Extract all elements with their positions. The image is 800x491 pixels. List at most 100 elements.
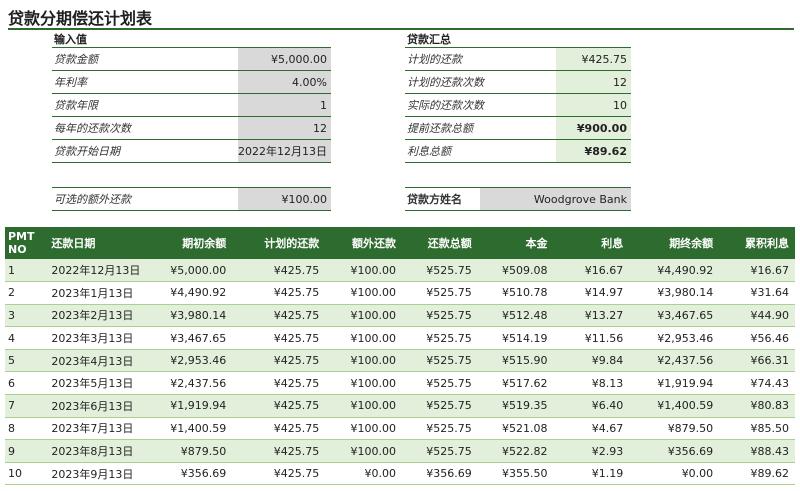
- total-payment-cell[interactable]: ¥525.75: [401, 326, 478, 350]
- scheduled-payment-cell[interactable]: ¥425.75: [232, 281, 326, 305]
- scheduled-payment-cell[interactable]: ¥425.75: [232, 259, 326, 283]
- col-header-payment-date[interactable]: 还款日期: [45, 227, 148, 259]
- interest-cell[interactable]: ¥13.27: [553, 304, 630, 328]
- cumulative-interest-cell[interactable]: ¥85.50: [719, 417, 795, 441]
- total-payment-cell[interactable]: ¥525.75: [401, 394, 478, 418]
- extra-payment-cell[interactable]: ¥100.00: [325, 371, 402, 396]
- payments-per-year-input[interactable]: 12: [238, 117, 331, 139]
- interest-cell[interactable]: ¥14.97: [553, 281, 630, 305]
- payment-date-cell[interactable]: 2023年3月13日: [45, 326, 148, 350]
- total-payment-cell[interactable]: ¥525.75: [401, 304, 478, 328]
- col-header-beginning-balance[interactable]: 期初余额: [147, 227, 233, 259]
- pmt-no-cell[interactable]: 10: [5, 462, 46, 486]
- col-header-cumulative-interest[interactable]: 累积利息: [719, 227, 795, 259]
- extra-payment-cell[interactable]: ¥100.00: [325, 259, 402, 283]
- principal-cell[interactable]: ¥355.50: [477, 462, 554, 486]
- scheduled-payment-cell[interactable]: ¥425.75: [232, 349, 326, 373]
- cumulative-interest-cell[interactable]: ¥80.83: [719, 394, 795, 418]
- ending-balance-cell[interactable]: ¥879.50: [629, 417, 720, 441]
- payment-date-cell[interactable]: 2023年4月13日: [45, 349, 148, 373]
- ending-balance-cell[interactable]: ¥2,953.46: [629, 326, 720, 350]
- col-header-principal[interactable]: 本金: [477, 227, 554, 259]
- payment-date-cell[interactable]: 2023年7月13日: [45, 417, 148, 441]
- scheduled-payment-cell[interactable]: ¥425.75: [232, 439, 326, 463]
- beginning-balance-cell[interactable]: ¥1,919.94: [147, 394, 233, 418]
- extra-payment-cell[interactable]: ¥100.00: [325, 281, 402, 305]
- ending-balance-cell[interactable]: ¥3,980.14: [629, 281, 720, 305]
- cumulative-interest-cell[interactable]: ¥56.46: [719, 326, 795, 350]
- extra-payment-cell[interactable]: ¥100.00: [325, 326, 402, 350]
- cumulative-interest-cell[interactable]: ¥74.43: [719, 371, 795, 396]
- beginning-balance-cell[interactable]: ¥1,400.59: [147, 417, 233, 441]
- pmt-no-cell[interactable]: 1: [5, 259, 46, 283]
- scheduled-payment-cell[interactable]: ¥425.75: [232, 462, 326, 486]
- beginning-balance-cell[interactable]: ¥356.69: [147, 462, 233, 486]
- col-header-pmt-no[interactable]: PMT NO: [5, 227, 46, 259]
- ending-balance-cell[interactable]: ¥2,437.56: [629, 349, 720, 373]
- principal-cell[interactable]: ¥521.08: [477, 417, 554, 441]
- ending-balance-cell[interactable]: ¥1,919.94: [629, 371, 720, 396]
- pmt-no-cell[interactable]: 6: [5, 371, 46, 396]
- ending-balance-cell[interactable]: ¥0.00: [629, 462, 720, 486]
- principal-cell[interactable]: ¥517.62: [477, 371, 554, 396]
- principal-cell[interactable]: ¥522.82: [477, 439, 554, 463]
- scheduled-payment-cell[interactable]: ¥425.75: [232, 417, 326, 441]
- beginning-balance-cell[interactable]: ¥879.50: [147, 439, 233, 463]
- pmt-no-cell[interactable]: 4: [5, 326, 46, 350]
- extra-payment-cell[interactable]: ¥0.00: [325, 462, 402, 486]
- scheduled-payment-cell[interactable]: ¥425.75: [232, 304, 326, 328]
- interest-cell[interactable]: ¥16.67: [553, 259, 630, 283]
- ending-balance-cell[interactable]: ¥1,400.59: [629, 394, 720, 418]
- principal-cell[interactable]: ¥514.19: [477, 326, 554, 350]
- extra-payment-cell[interactable]: ¥100.00: [325, 439, 402, 463]
- scheduled-payment-cell[interactable]: ¥425.75: [232, 326, 326, 350]
- cumulative-interest-cell[interactable]: ¥16.67: [719, 259, 795, 283]
- col-header-total-payment[interactable]: 还款总额: [401, 227, 478, 259]
- scheduled-payment-cell[interactable]: ¥425.75: [232, 371, 326, 396]
- payment-date-cell[interactable]: 2023年9月13日: [45, 462, 148, 486]
- beginning-balance-cell[interactable]: ¥5,000.00: [147, 259, 233, 283]
- extra-payment-cell[interactable]: ¥100.00: [325, 304, 402, 328]
- extra-payment-cell[interactable]: ¥100.00: [325, 349, 402, 373]
- beginning-balance-cell[interactable]: ¥2,437.56: [147, 371, 233, 396]
- cumulative-interest-cell[interactable]: ¥66.31: [719, 349, 795, 373]
- loan-years-input[interactable]: 1: [238, 94, 331, 116]
- total-payment-cell[interactable]: ¥356.69: [401, 462, 478, 486]
- cumulative-interest-cell[interactable]: ¥44.90: [719, 304, 795, 328]
- total-payment-cell[interactable]: ¥525.75: [401, 439, 478, 463]
- pmt-no-cell[interactable]: 5: [5, 349, 46, 373]
- pmt-no-cell[interactable]: 2: [5, 281, 46, 305]
- pmt-no-cell[interactable]: 3: [5, 304, 46, 328]
- extra-payment-cell[interactable]: ¥100.00: [325, 417, 402, 441]
- principal-cell[interactable]: ¥509.08: [477, 259, 554, 283]
- interest-cell[interactable]: ¥8.13: [553, 371, 630, 396]
- interest-cell[interactable]: ¥6.40: [553, 394, 630, 418]
- col-header-interest[interactable]: 利息: [553, 227, 630, 259]
- principal-cell[interactable]: ¥512.48: [477, 304, 554, 328]
- pmt-no-cell[interactable]: 8: [5, 417, 46, 441]
- interest-cell[interactable]: ¥11.56: [553, 326, 630, 350]
- payment-date-cell[interactable]: 2023年6月13日: [45, 394, 148, 418]
- payment-date-cell[interactable]: 2023年8月13日: [45, 439, 148, 463]
- ending-balance-cell[interactable]: ¥4,490.92: [629, 259, 720, 283]
- ending-balance-cell[interactable]: ¥3,467.65: [629, 304, 720, 328]
- total-payment-cell[interactable]: ¥525.75: [401, 281, 478, 305]
- payment-date-cell[interactable]: 2022年12月13日: [45, 259, 148, 283]
- col-header-extra-payment[interactable]: 额外还款: [325, 227, 402, 259]
- beginning-balance-cell[interactable]: ¥4,490.92: [147, 281, 233, 305]
- cumulative-interest-cell[interactable]: ¥89.62: [719, 462, 795, 486]
- payment-date-cell[interactable]: 2023年2月13日: [45, 304, 148, 328]
- principal-cell[interactable]: ¥515.90: [477, 349, 554, 373]
- scheduled-payment-cell[interactable]: ¥425.75: [232, 394, 326, 418]
- start-date-input[interactable]: 2022年12月13日: [238, 140, 331, 162]
- pmt-no-cell[interactable]: 9: [5, 439, 46, 463]
- cumulative-interest-cell[interactable]: ¥88.43: [719, 439, 795, 463]
- total-payment-cell[interactable]: ¥525.75: [401, 259, 478, 283]
- principal-cell[interactable]: ¥510.78: [477, 281, 554, 305]
- interest-cell[interactable]: ¥2.93: [553, 439, 630, 463]
- ending-balance-cell[interactable]: ¥356.69: [629, 439, 720, 463]
- lender-name-input[interactable]: Woodgrove Bank: [480, 188, 631, 210]
- beginning-balance-cell[interactable]: ¥3,467.65: [147, 326, 233, 350]
- annual-rate-input[interactable]: 4.00%: [238, 71, 331, 93]
- col-header-ending-balance[interactable]: 期终余额: [629, 227, 720, 259]
